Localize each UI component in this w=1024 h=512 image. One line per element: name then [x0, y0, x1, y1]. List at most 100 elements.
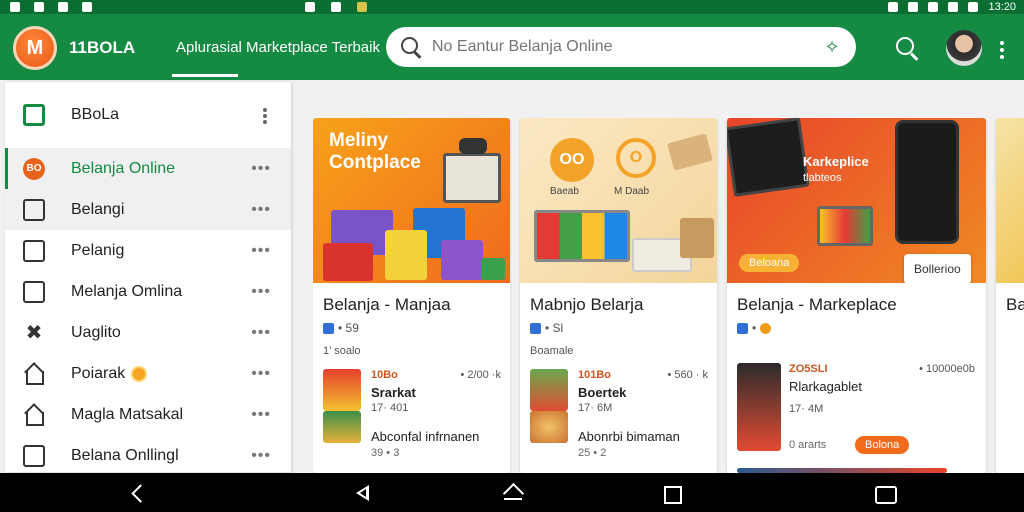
app-name: 11BOLA	[69, 38, 136, 57]
promo-tag: ZO5SLI	[789, 363, 828, 375]
cast-icon	[908, 2, 919, 12]
card-meta: •	[737, 321, 772, 335]
card-title: Belanja - Manjaa	[323, 295, 451, 314]
list-item[interactable]: Abconfal infrnanen 39 • 3	[323, 411, 503, 469]
parcel-image	[667, 133, 713, 171]
more-horiz-icon[interactable]: •••	[251, 242, 271, 260]
image-icon	[34, 2, 44, 12]
battery-icon	[968, 2, 979, 12]
more-vert-icon[interactable]	[263, 108, 267, 126]
back-icon[interactable]	[128, 483, 148, 503]
more-horiz-icon[interactable]: •••	[251, 406, 271, 424]
sidebar-item-belangi[interactable]: Belangi •••	[5, 189, 291, 230]
product-card[interactable]: Karkeplice tlabteos Beloana Bollerioo Be…	[727, 118, 986, 473]
status-time: 13:20	[988, 1, 1016, 13]
sidebar-item-belanja-online[interactable]: BO Belanja Online •••	[5, 148, 291, 189]
list-item[interactable]: Abonrbi bimaman 25 • 2	[530, 411, 710, 469]
search-input[interactable]	[432, 38, 822, 56]
list-item[interactable]: ZO5SLI • 10000e0b Rlarkagablet 17· 4M	[737, 363, 977, 451]
status-bar: 13:20	[0, 0, 1024, 14]
recents-icon[interactable]	[662, 483, 682, 504]
sold-count: • 2/00 ·k	[460, 369, 501, 381]
sidebar-item-magla-matsakal[interactable]: Magla Matsakal •••	[5, 394, 291, 435]
phone-icon	[331, 2, 341, 12]
hero-button[interactable]: Beloana	[739, 254, 800, 272]
folder-icon	[23, 280, 45, 303]
product-box-image	[323, 243, 373, 281]
more-horiz-icon[interactable]: •••	[251, 201, 271, 219]
more-vert-icon[interactable]	[998, 38, 1006, 62]
tag-icon	[530, 322, 541, 334]
card-subtitle: 1’ soalo	[323, 345, 361, 357]
square-icon	[23, 239, 45, 262]
play-back-icon[interactable]	[352, 483, 372, 503]
folder-icon	[23, 444, 45, 467]
sidebar-header[interactable]: BBoLa	[5, 82, 291, 148]
card-hero-image: Karkeplice tlabteos Beloana Bollerioo	[727, 118, 986, 283]
sidebar-item-poiarak[interactable]: Poiarak •••	[5, 353, 291, 394]
product-lid-image	[459, 138, 487, 154]
rotate-icon[interactable]	[872, 483, 898, 504]
sidebar-item-label: Magla Matsakal	[71, 405, 184, 423]
tab-marketplace[interactable]: Aplurasial Marketplace Terbaik	[176, 39, 380, 56]
app-logo[interactable]: M	[13, 26, 57, 70]
sidebar-item-label: Belangi	[71, 200, 125, 218]
more-horiz-icon[interactable]: •••	[251, 160, 271, 178]
product-box-image	[443, 153, 501, 203]
product-name: Srarkat	[371, 385, 416, 400]
product-price: 17· 4M	[789, 403, 824, 415]
search-icon[interactable]	[893, 34, 921, 62]
card-title: Mabnjo Belarja	[530, 295, 644, 314]
product-price: 17· 401	[371, 402, 409, 414]
sidebar-item-uaglito[interactable]: ✖ Uaglito •••	[5, 312, 291, 353]
product-thumbnail	[323, 411, 361, 443]
tag-icon	[323, 322, 334, 334]
product-card[interactable]: Ba	[996, 118, 1024, 473]
card-hero-image: OO O Baeab M Daab	[520, 118, 717, 283]
product-card[interactable]: OO O Baeab M Daab Mabnjo Belarja • Sl Bo…	[520, 118, 717, 473]
avatar[interactable]	[946, 30, 982, 66]
search-bar[interactable]: ✧	[386, 27, 856, 67]
product-rating: 39 • 3	[371, 447, 400, 459]
wifi-icon	[948, 2, 959, 12]
sidebar-item-belana-onllingl[interactable]: Belana Onllingl •••	[5, 435, 291, 476]
store-icon	[23, 104, 45, 126]
tab-indicator	[172, 74, 238, 77]
product-card[interactable]: Meliny Contplace Belanja - Manjaa • 59 1…	[313, 118, 510, 473]
tool-icon: ✖	[25, 321, 43, 344]
phone-image	[895, 120, 959, 244]
card-meta: • 59	[323, 321, 359, 335]
promo-tag: 10Bo	[371, 369, 398, 381]
signal-icon	[928, 2, 939, 12]
card-subtitle: Boamale	[530, 345, 574, 357]
sidebar-item-melanja-omlina[interactable]: Melanja Omlina •••	[5, 271, 291, 312]
search-icon	[400, 36, 422, 58]
notification-icon	[10, 2, 20, 12]
sidebar: BBoLa BO Belanja Online ••• Belangi ••• …	[5, 82, 291, 472]
product-rating: 0 ararts	[789, 439, 827, 451]
buy-button[interactable]: Bolona	[855, 436, 910, 454]
product-name: Abonrbi bimaman	[578, 429, 680, 444]
sidebar-item-label: Poiarak	[71, 364, 126, 382]
more-horiz-icon[interactable]: •••	[251, 283, 271, 301]
card-hero-image: Meliny Contplace	[313, 118, 510, 283]
alarm-icon	[888, 2, 899, 12]
sidebar-item-label: Uaglito	[71, 323, 121, 341]
app-bar: M 11BOLA Aplurasial Marketplace Terbaik …	[0, 14, 1024, 80]
more-horiz-icon[interactable]: •••	[251, 324, 271, 342]
coin-icon	[760, 322, 772, 334]
bluetooth-icon	[305, 2, 315, 12]
hero-pill-button[interactable]: Bollerioo	[904, 254, 971, 283]
sidebar-item-pelanig[interactable]: Pelanig •••	[5, 230, 291, 271]
product-name: Rlarkagablet	[789, 379, 862, 394]
sold-count: • 560 · k	[667, 369, 708, 381]
sidebar-item-label: Belana Onllingl	[71, 446, 179, 464]
sold-count: • 10000e0b	[919, 363, 975, 375]
camera-search-icon[interactable]: ✧	[822, 37, 842, 57]
home-icon	[23, 363, 45, 385]
download-icon	[82, 2, 92, 12]
promo-tag: 101Bo	[578, 369, 612, 381]
more-horiz-icon[interactable]: •••	[251, 365, 271, 383]
home-icon[interactable]	[503, 483, 523, 503]
more-horiz-icon[interactable]: •••	[251, 447, 271, 465]
